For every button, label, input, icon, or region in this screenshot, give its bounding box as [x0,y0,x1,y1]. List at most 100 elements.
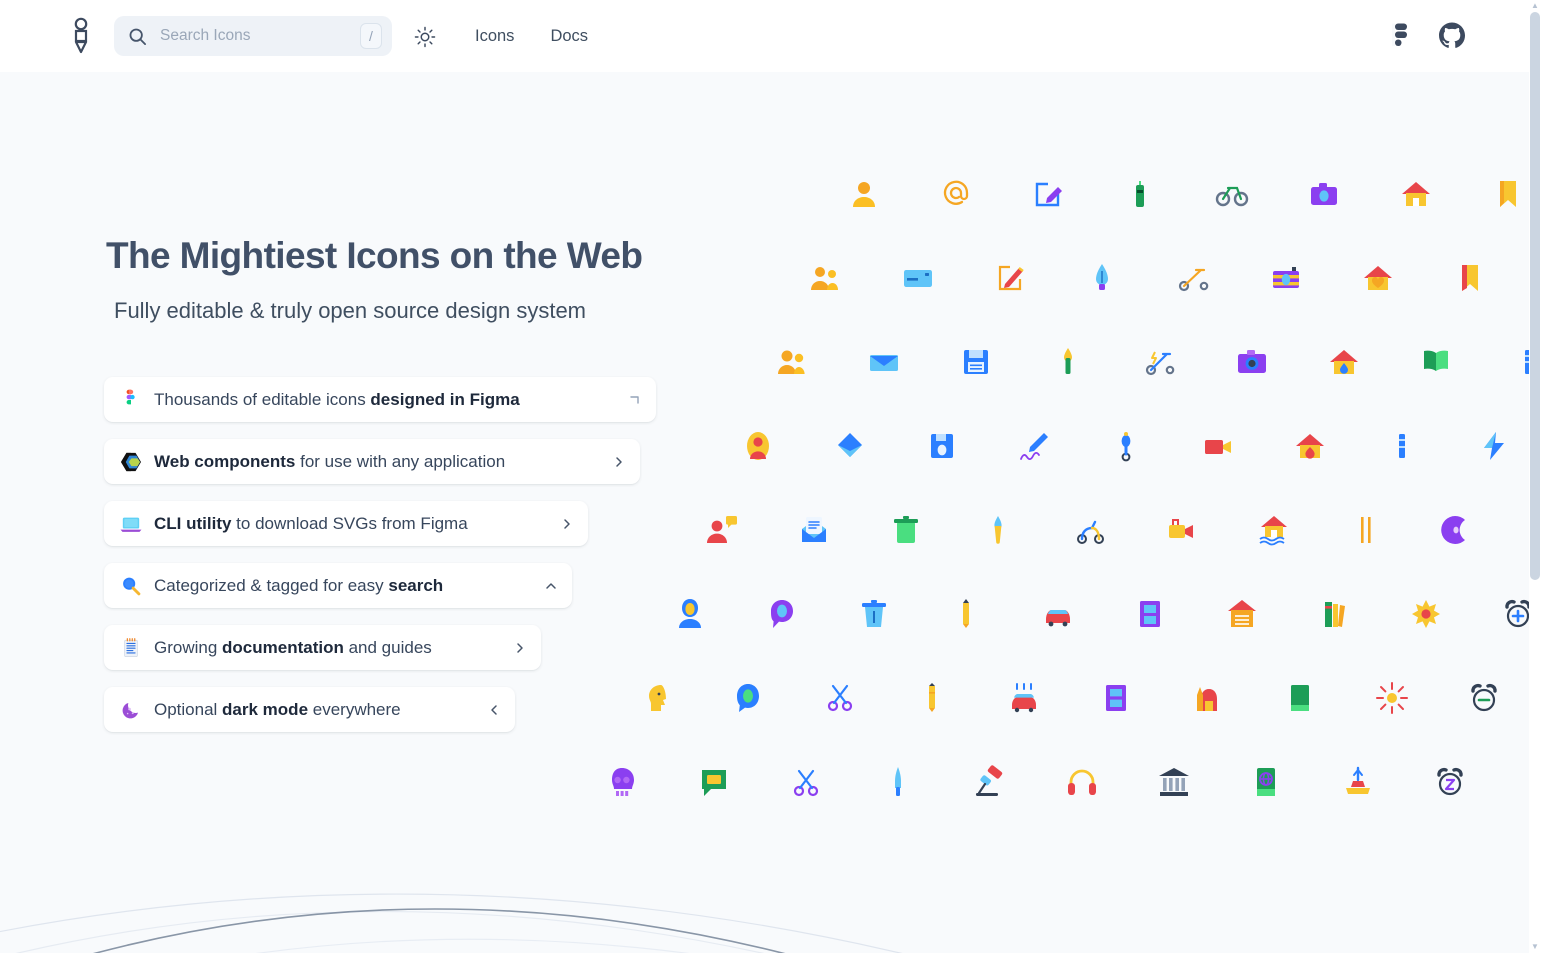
feature-card[interactable]: Categorized & tagged for easy search [104,563,572,608]
home-flood-icon[interactable] [1248,504,1300,556]
avatar-oval-icon[interactable] [732,420,784,472]
feature-card[interactable]: Growing documentation and guides [104,625,541,670]
bookmark-red-icon[interactable] [1444,252,1496,304]
feature-chevron-up-icon[interactable] [544,579,558,593]
feature-label: Categorized & tagged for easy search [154,575,444,595]
book-green-icon[interactable] [1274,672,1326,724]
scissors-purple-icon[interactable] [780,756,832,808]
books-icon[interactable] [1308,588,1360,640]
bank-icon[interactable] [1148,756,1200,808]
e-scooter-icon[interactable] [1134,336,1186,388]
camcorder-icon[interactable] [1156,504,1208,556]
scooter-icon[interactable] [1168,252,1220,304]
search-box[interactable]: / [114,16,392,56]
fountain-pen-icon[interactable] [1076,252,1128,304]
crescent-moon-icon[interactable] [1432,504,1484,556]
card-icon[interactable] [892,252,944,304]
feature-card[interactable]: Optional dark mode everywhere [104,687,515,732]
hooded-person-icon[interactable] [664,588,716,640]
marker-green-icon[interactable] [1114,168,1166,220]
mail-read-icon[interactable] [788,504,840,556]
person-chat-icon[interactable] [696,504,748,556]
search-input[interactable] [160,27,360,45]
knife-icon[interactable] [872,756,924,808]
home-water-icon[interactable] [1318,336,1370,388]
crayon-icon[interactable] [1376,420,1428,472]
search-shortcut-badge: / [360,23,382,49]
mail-diamond-icon[interactable] [824,420,876,472]
home-yellow-icon[interactable] [1390,168,1442,220]
figma-icon[interactable] [1389,22,1413,48]
github-icon[interactable] [1439,22,1465,48]
bookmark-yellow-icon[interactable] [1482,168,1534,220]
vespa-icon[interactable] [1064,504,1116,556]
home-fire-icon[interactable] [1284,420,1336,472]
open-book-icon[interactable] [1410,336,1462,388]
feature-chevron-right-icon[interactable] [612,455,626,469]
page-root: The Mightiest Icons on the Web Fully edi… [0,0,1541,953]
trash-blue-icon[interactable] [848,588,900,640]
edit-square-icon[interactable] [1022,168,1074,220]
feature-card[interactable]: Thousands of editable icons designed in … [104,377,656,422]
envelope-icon[interactable] [858,336,910,388]
signature-pen-icon[interactable] [1008,420,1060,472]
icon-grid-row [800,252,1496,304]
feature-card[interactable]: Web components for use with any applicat… [104,439,640,484]
brush-pen-icon[interactable] [1042,336,1094,388]
paint-roller-icon[interactable] [964,756,1016,808]
app-header: / Icons Docs [0,0,1529,72]
icon-grid-row [766,336,1541,388]
feature-chevron-right-icon[interactable] [560,517,574,531]
car-wash-icon[interactable] [998,672,1050,724]
parallel-lines-icon[interactable] [1340,504,1392,556]
lightning-icon[interactable] [1468,420,1520,472]
edit-note-icon[interactable] [984,252,1036,304]
pencil-yellow-icon[interactable] [906,672,958,724]
alarm-sleep-icon[interactable] [1424,756,1476,808]
car-icon[interactable] [1032,588,1084,640]
save-disk-icon[interactable] [916,420,968,472]
page-scrollbar[interactable]: ▲ ▼ [1529,0,1541,953]
alarm-minus-icon[interactable] [1458,672,1510,724]
skull-icon[interactable] [596,756,648,808]
nav-link-docs[interactable]: Docs [550,24,588,48]
sun-rays-icon[interactable] [1366,672,1418,724]
message-icon[interactable] [688,756,740,808]
camera-purple-icon[interactable] [1298,168,1350,220]
feature-card[interactable]: CLI utility to download SVGs from Figma [104,501,588,546]
headphones-icon[interactable] [1056,756,1108,808]
speech-bubble-icon[interactable] [756,588,808,640]
video-camera-icon[interactable] [1192,420,1244,472]
home-heart-icon[interactable] [1352,252,1404,304]
chat-oval-icon[interactable] [722,672,774,724]
brand-logo-icon[interactable] [66,14,96,58]
sun-burst-icon[interactable] [1400,588,1452,640]
feature-chevron-right-icon[interactable] [513,641,527,655]
pencil-icon[interactable] [940,588,992,640]
at-sign-icon[interactable] [930,168,982,220]
camera-lens-icon[interactable] [1226,336,1278,388]
passport-icon[interactable] [1240,756,1292,808]
castle-icon[interactable] [1182,672,1234,724]
scrollbar-up-arrow[interactable]: ▲ [1531,2,1539,10]
trash-green-icon[interactable] [880,504,932,556]
scrollbar-thumb[interactable] [1530,12,1540,580]
feature-chevron-left-icon[interactable] [487,703,501,717]
fountain-icon[interactable] [1332,756,1384,808]
feature-chevron-corner-icon[interactable] [628,393,642,407]
scissors-icon[interactable] [814,672,866,724]
moped-icon[interactable] [1100,420,1152,472]
garage-icon[interactable] [1216,588,1268,640]
film-reel-icon[interactable] [1090,672,1142,724]
floppy-disk-icon[interactable] [950,336,1002,388]
people-duo-icon[interactable] [766,336,818,388]
person-icon[interactable] [838,168,890,220]
paint-brush-icon[interactable] [972,504,1024,556]
bicycle-icon[interactable] [1206,168,1258,220]
people-group-icon[interactable] [800,252,852,304]
nav-link-icons[interactable]: Icons [475,24,514,48]
scrollbar-down-arrow[interactable]: ▼ [1531,943,1539,951]
sun-icon[interactable] [410,22,440,52]
film-strip-icon[interactable] [1124,588,1176,640]
camera-film-icon[interactable] [1260,252,1312,304]
